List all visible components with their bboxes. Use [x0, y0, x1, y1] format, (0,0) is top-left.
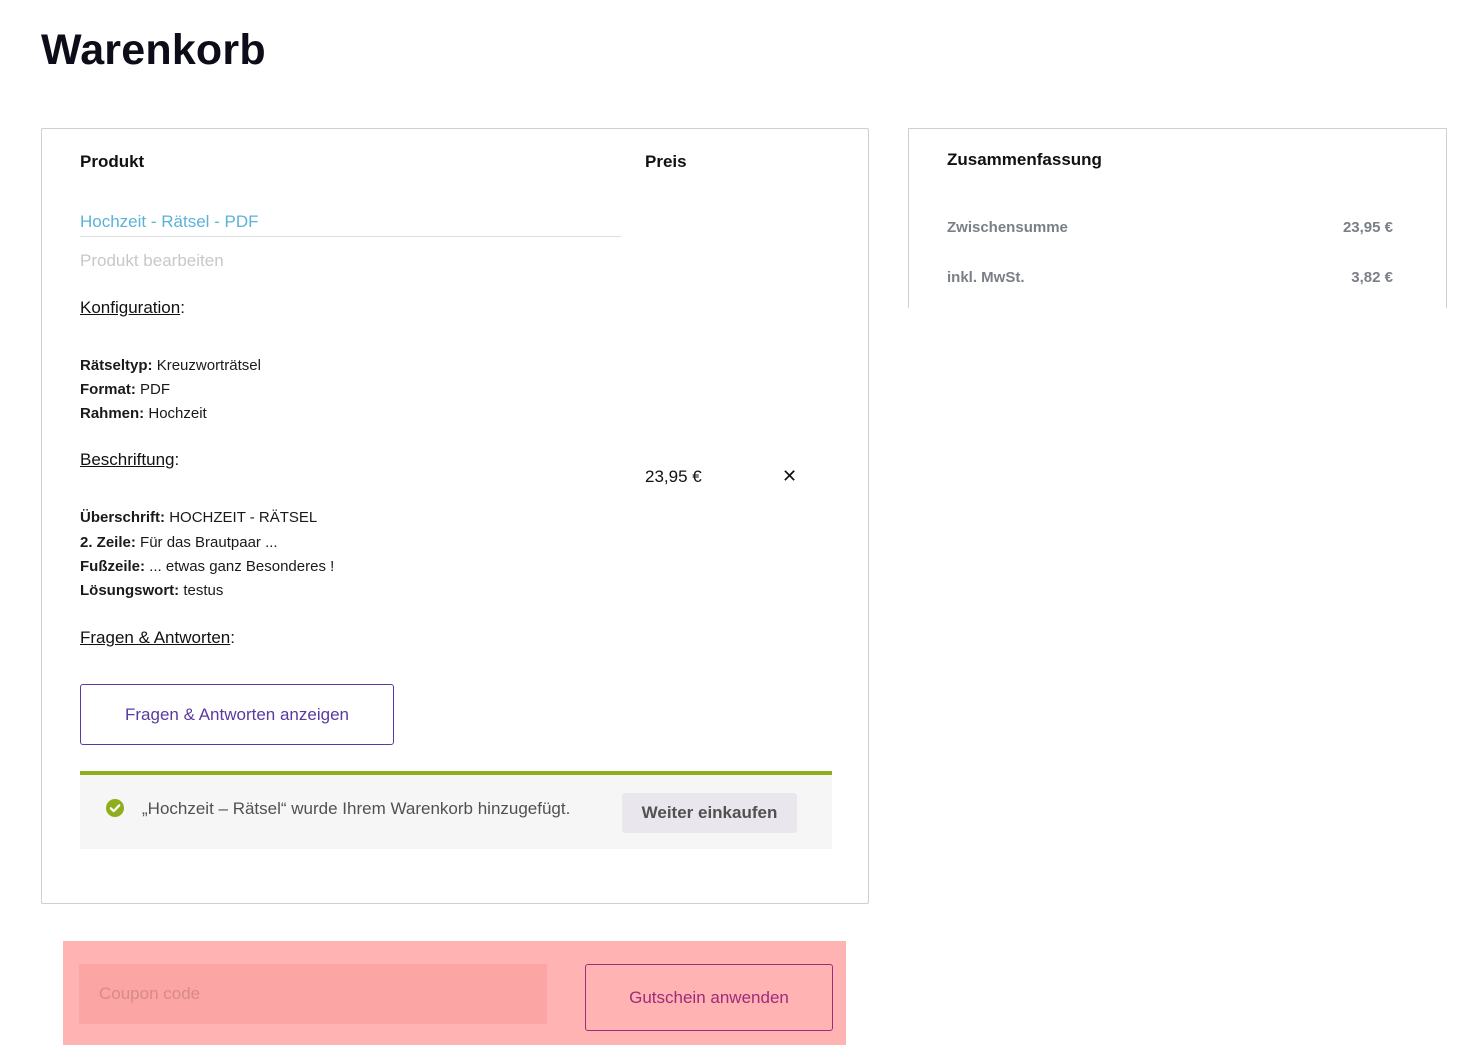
caption-value: ... etwas ganz Besonderes ! — [149, 558, 335, 575]
caption-label: Fußzeile: — [80, 558, 146, 575]
config-value: Kreuzworträtsel — [156, 357, 261, 374]
config-value: PDF — [140, 381, 171, 398]
config-label: Rahmen: — [80, 405, 145, 422]
qa-heading-label: Fragen & Antworten — [80, 628, 231, 647]
column-header-price: Preis — [645, 152, 687, 171]
page-title: Warenkorb — [41, 26, 266, 74]
coupon-code-input[interactable] — [79, 964, 547, 1024]
cart-added-notice: „Hochzeit – Rätsel“ wurde Ihrem Warenkor… — [80, 771, 832, 849]
configuration-heading: Konfiguration: — [80, 298, 185, 317]
tax-value: 3,82 € — [1351, 269, 1393, 286]
edit-product-link[interactable]: Produkt bearbeiten — [80, 251, 224, 271]
tax-label: inkl. MwSt. — [947, 269, 1025, 286]
caption-heading: Beschriftung: — [80, 450, 180, 469]
check-circle-icon — [106, 799, 124, 817]
item-price: 23,95 € — [645, 467, 702, 486]
caption-row-solution-word: Lösungswort: testus — [80, 582, 223, 599]
caption-label: Überschrift: — [80, 509, 166, 526]
caption-row-footer: Fußzeile: ... etwas ganz Besonderes ! — [80, 558, 334, 575]
config-label: Format: — [80, 381, 136, 398]
coupon-form: Gutschein anwenden — [63, 941, 846, 1045]
caption-row-second-line: 2. Zeile: Für das Brautpaar ... — [80, 534, 278, 551]
apply-coupon-button[interactable]: Gutschein anwenden — [585, 964, 833, 1031]
subtotal-value: 23,95 € — [1342, 219, 1393, 236]
caption-value: Für das Brautpaar ... — [140, 534, 278, 551]
continue-shopping-button[interactable]: Weiter einkaufen — [622, 793, 797, 833]
notice-message: „Hochzeit – Rätsel“ wurde Ihrem Warenkor… — [142, 799, 571, 818]
qa-heading: Fragen & Antworten: — [80, 628, 235, 647]
configuration-heading-label: Konfiguration — [80, 298, 181, 317]
config-row-format: Format: PDF — [80, 381, 170, 398]
caption-heading-label: Beschriftung — [80, 450, 175, 469]
caption-label: 2. Zeile: — [80, 534, 136, 551]
config-label: Rätseltyp: — [80, 357, 153, 374]
column-header-product: Produkt — [80, 152, 145, 171]
subtotal-label: Zwischensumme — [947, 219, 1068, 236]
close-icon[interactable]: ✕ — [781, 467, 798, 485]
config-value: Hochzeit — [148, 405, 207, 422]
caption-value: testus — [183, 582, 224, 599]
config-row-puzzle-type: Rätseltyp: Kreuzworträtsel — [80, 357, 261, 374]
show-qa-button[interactable]: Fragen & Antworten anzeigen — [80, 684, 394, 745]
product-name-link[interactable]: Hochzeit - Rätsel - PDF — [80, 212, 621, 237]
caption-label: Lösungswort: — [80, 582, 180, 599]
config-row-frame: Rahmen: Hochzeit — [80, 405, 207, 422]
caption-row-heading: Überschrift: HOCHZEIT - RÄTSEL — [80, 509, 317, 526]
caption-value: HOCHZEIT - RÄTSEL — [169, 509, 318, 526]
summary-title: Zusammenfassung — [947, 150, 1102, 169]
